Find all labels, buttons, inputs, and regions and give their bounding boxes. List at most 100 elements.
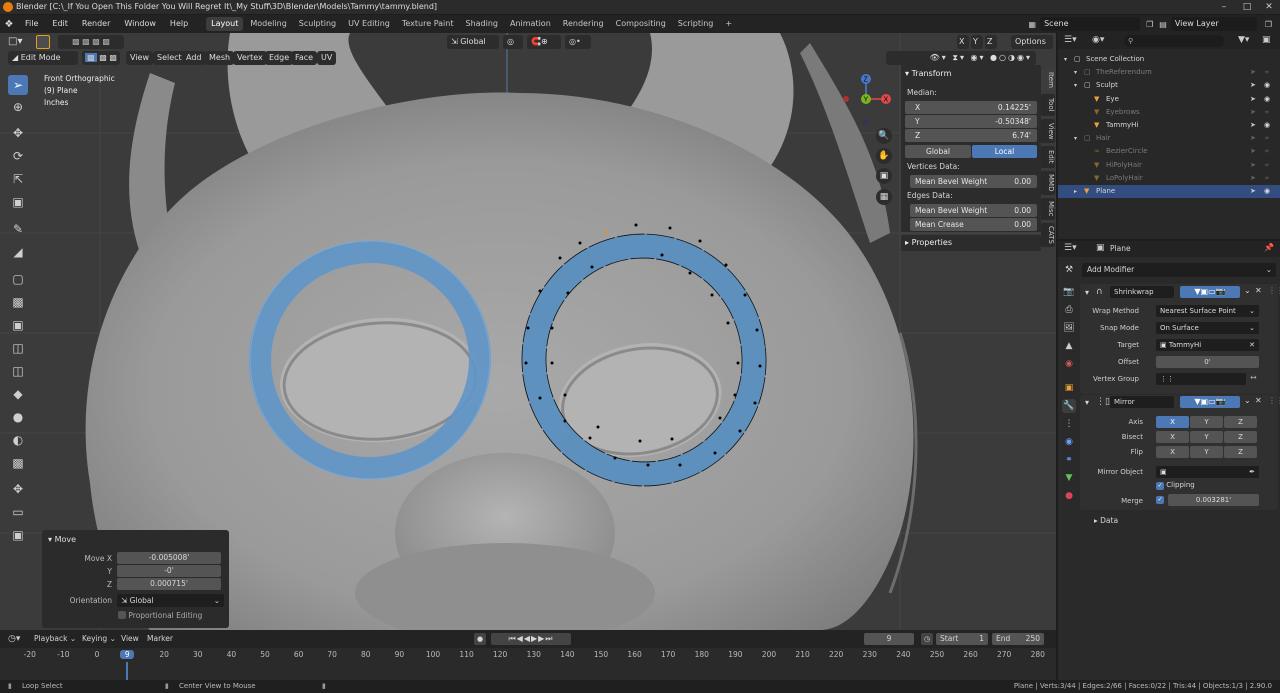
timeline-editor-type-icon[interactable]: ◷▾ — [8, 634, 20, 644]
select-mode-icon[interactable] — [36, 35, 50, 49]
view-layer-selector[interactable]: View Layer — [1170, 17, 1257, 31]
outliner-search-input[interactable]: ⚲ — [1124, 35, 1224, 47]
outliner-row-eyebrows[interactable]: ▼ Eyebrows ➤ ≁ — [1058, 106, 1280, 119]
blender-menu-icon[interactable]: ❖ — [0, 19, 18, 30]
invert-vertex-group-icon[interactable]: ↔ — [1250, 373, 1257, 382]
workspace-tab-animation[interactable]: Animation — [505, 17, 556, 31]
edge-bevel-weight-field[interactable]: Mean Bevel Weight 0.00 — [910, 204, 1037, 217]
menu-mesh[interactable]: Mesh — [205, 51, 235, 65]
shrinkwrap-name-field[interactable]: Shrinkwrap — [1110, 286, 1174, 298]
menu-edit[interactable]: Edit — [45, 15, 75, 33]
start-frame-field[interactable]: Start 1 — [936, 633, 988, 645]
data-tab-icon[interactable]: ▼ — [1062, 471, 1076, 485]
bisect-y-button[interactable]: Y — [1190, 431, 1223, 443]
outliner-row-hair[interactable]: ▾ ▢ Hair ➤ ≁ — [1058, 132, 1280, 145]
render-tab-icon[interactable]: 📷 — [1062, 285, 1076, 299]
outliner-row-plane[interactable]: ▸ ▼ Plane ➤ ◉ — [1058, 185, 1280, 198]
shrink-fatten-tool-button[interactable]: ▭ — [8, 502, 28, 522]
bisect-x-button[interactable]: X — [1156, 431, 1189, 443]
select-tool-button[interactable]: ➢ — [8, 75, 28, 95]
eye-closed-icon[interactable]: ≁ — [1264, 145, 1270, 158]
edit-mode-dropdown[interactable]: ◢ Edit Mode — [8, 51, 78, 65]
maximize-button[interactable]: □ — [1236, 0, 1258, 14]
snap-toggle[interactable]: 🧲⊕ — [527, 35, 561, 49]
current-frame-field[interactable]: 9 — [864, 633, 914, 645]
merge-checkbox[interactable]: ✓ — [1156, 496, 1164, 504]
snap-mode-dropdown[interactable]: On Surface ⌄ — [1156, 322, 1259, 334]
camera-view-icon[interactable]: ▣ — [876, 168, 892, 184]
bevel-tool-button[interactable]: ◫ — [8, 338, 28, 358]
expand-arrow-icon[interactable]: ▾ — [1064, 53, 1067, 66]
smooth-tool-button[interactable]: ▩ — [8, 453, 28, 473]
filter-icon[interactable]: ▼▾ — [1238, 35, 1249, 45]
menu-vertex[interactable]: Vertex — [233, 51, 267, 65]
mirror-object-field[interactable]: ▣ ✒ — [1156, 466, 1259, 478]
editor-type-icon[interactable]: □▾ — [8, 36, 22, 47]
inset-tool-button[interactable]: ▣ — [8, 315, 28, 335]
move-z-field[interactable]: 0.000715' — [117, 578, 221, 590]
vertex-bevel-weight-field[interactable]: Mean Bevel Weight 0.00 — [910, 175, 1037, 188]
close-button[interactable]: ✕ — [1258, 0, 1280, 14]
modifier-tab-icon[interactable]: 🔧 — [1062, 399, 1076, 413]
modifier-menu-chevron-icon[interactable]: ⌄ — [1244, 396, 1251, 405]
expand-arrow-icon[interactable]: ▸ — [1074, 185, 1077, 198]
merge-distance-field[interactable]: 0.003281' — [1168, 494, 1259, 506]
menu-add[interactable]: Add — [182, 51, 206, 65]
delete-modifier-icon[interactable]: ✕ — [1255, 396, 1262, 405]
eye-closed-icon[interactable]: ≁ — [1264, 132, 1270, 145]
sidebar-tab-tool[interactable]: Tool — [1041, 94, 1055, 116]
outliner-row-scene-collection[interactable]: ▾ ▢ Scene Collection — [1058, 53, 1280, 66]
object-tab-icon[interactable]: ▣ — [1062, 381, 1076, 395]
mean-crease-field[interactable]: Mean Crease 0.00 — [910, 218, 1037, 231]
axis-z-button[interactable]: Z — [1224, 416, 1257, 428]
properties-editor-type-icon[interactable]: ☰▾ — [1064, 243, 1077, 253]
clear-target-icon[interactable]: ✕ — [1249, 339, 1255, 351]
expand-arrow-icon[interactable]: ▾ — [1074, 132, 1077, 145]
eye-closed-icon[interactable]: ≁ — [1264, 106, 1270, 119]
outliner-row-thereferendum[interactable]: ▾ ▢ TheReferendum ➤ ≁ — [1058, 66, 1280, 79]
view-layer-tab-icon[interactable]: 🖼 — [1062, 321, 1076, 335]
bisect-z-button[interactable]: Z — [1224, 431, 1257, 443]
selectable-arrow-icon[interactable]: ➤ — [1250, 159, 1256, 172]
workspace-tab-shading[interactable]: Shading — [460, 17, 503, 31]
move-orientation-dropdown[interactable]: ⇲ Global ⌄ — [117, 594, 224, 607]
move-panel-header[interactable]: ▾ Move — [48, 535, 76, 544]
menu-edge[interactable]: Edge — [265, 51, 294, 65]
playback-menu[interactable]: Playback ⌄ — [34, 634, 76, 643]
eye-closed-icon[interactable]: ≁ — [1264, 66, 1270, 79]
proportional-edit-toggle[interactable]: ◎• — [565, 35, 591, 49]
sidebar-tab-misc[interactable]: Misc — [1041, 198, 1055, 220]
median-x-field[interactable]: X 0.14225' — [905, 101, 1037, 114]
new-view-layer-icon[interactable]: ❐ — [1265, 20, 1272, 29]
ortho-grid-icon[interactable]: ▦ — [876, 189, 892, 205]
axis-y-toggle[interactable]: Y — [971, 35, 983, 49]
modifier-display-toggles[interactable]: ▼▣▭📷 — [1180, 286, 1240, 298]
zoom-icon[interactable]: 🔍 — [876, 128, 892, 144]
display-mode-icon[interactable]: ◉▾ — [1092, 35, 1104, 45]
select-box-icons[interactable]: ▩ ▩ ▩ ▩ — [58, 35, 124, 49]
pan-hand-icon[interactable]: ✋ — [876, 148, 892, 164]
axis-x-toggle[interactable]: X — [957, 35, 969, 49]
selectable-arrow-icon[interactable]: ➤ — [1250, 185, 1256, 198]
local-space-button[interactable]: Local — [972, 145, 1037, 158]
axis-z-toggle[interactable]: Z — [985, 35, 997, 49]
navigation-gizmo[interactable]: Z Y X — [838, 71, 898, 131]
selectable-arrow-icon[interactable]: ➤ — [1250, 93, 1256, 106]
knife-tool-button[interactable]: ◆ — [8, 384, 28, 404]
drag-handle-icon[interactable]: ⋮⋮ — [1268, 286, 1280, 295]
options-dropdown[interactable]: Options — [1011, 35, 1053, 49]
move-tool-button[interactable]: ✥ — [8, 123, 28, 143]
workspace-tab-uv-editing[interactable]: UV Editing — [343, 17, 395, 31]
viewport-shading-icons[interactable]: 👁▾ ⧗▾ ◉▾ ●○◑◉▾ — [886, 51, 1036, 65]
minimize-button[interactable]: – — [1213, 0, 1235, 14]
workspace-tab-rendering[interactable]: Rendering — [558, 17, 609, 31]
sidebar-tab-cats[interactable]: CATS — [1041, 223, 1055, 247]
flip-z-button[interactable]: Z — [1224, 446, 1257, 458]
particles-tab-icon[interactable]: ⋮ — [1062, 417, 1076, 431]
mirror-name-field[interactable]: Mirror — [1110, 396, 1174, 408]
expand-arrow-icon[interactable]: ▾ — [1074, 66, 1077, 79]
marker-menu[interactable]: Marker — [147, 634, 173, 643]
outliner-editor-type-icon[interactable]: ☰▾ — [1064, 35, 1077, 45]
scene-selector[interactable]: Scene — [1040, 17, 1141, 31]
add-workspace-button[interactable]: + — [720, 17, 737, 31]
